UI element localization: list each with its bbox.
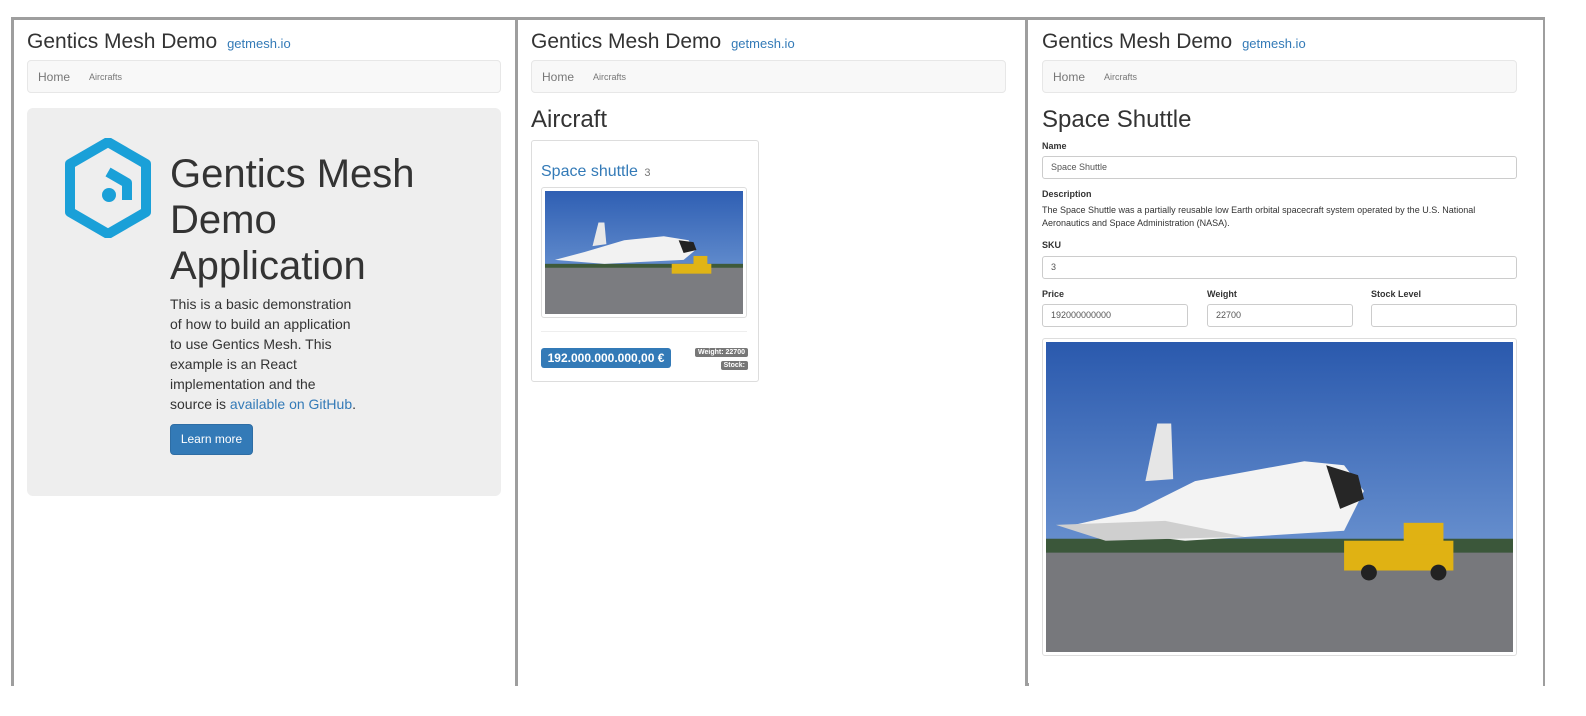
product-heading: Space Shuttle <box>1042 106 1192 133</box>
weight-field[interactable]: 22700 <box>1207 304 1353 327</box>
jumbotron-heading: Gentics Mesh Demo Application <box>170 152 415 288</box>
price-label: Price <box>1042 289 1065 299</box>
sku-field[interactable]: 3 <box>1042 256 1517 279</box>
price-label: 192.000.000.000,00 € <box>541 348 671 368</box>
product-sku: 3 <box>644 167 651 179</box>
lead-end: . <box>352 396 356 412</box>
lead-text: This is a basic demonstration of how to … <box>170 296 352 412</box>
site-title-text: Gentics Mesh Demo <box>27 30 218 53</box>
card-divider <box>541 331 747 332</box>
nav-aircrafts-link[interactable]: Aircrafts <box>1104 72 1137 82</box>
nav-home-link[interactable]: Home <box>542 70 574 84</box>
nav-home-link[interactable]: Home <box>38 70 70 84</box>
name-field[interactable]: Space Shuttle <box>1042 156 1517 179</box>
learn-more-button[interactable]: Learn more <box>170 424 253 455</box>
sku-label: SKU <box>1042 240 1062 250</box>
product-title[interactable]: Space shuttle 3 <box>541 163 651 181</box>
navbar: Home Aircrafts <box>27 60 501 93</box>
jumbotron: Gentics Mesh Demo Application This is a … <box>27 108 501 496</box>
stock-level-label: Stock Level <box>1371 289 1422 299</box>
nav-aircrafts-link[interactable]: Aircrafts <box>593 72 626 82</box>
product-thumbnail[interactable] <box>541 187 747 318</box>
site-title: Gentics Mesh Demo getmesh.io <box>27 30 291 54</box>
nav-aircrafts-link[interactable]: Aircrafts <box>89 72 122 82</box>
github-link[interactable]: available on GitHub <box>230 396 352 412</box>
site-title: Gentics Mesh Demo getmesh.io <box>531 30 795 54</box>
name-label: Name <box>1042 141 1067 151</box>
category-panel: Gentics Mesh Demo getmesh.io Home Aircra… <box>518 20 1025 686</box>
price-field[interactable]: 192000000000 <box>1042 304 1188 327</box>
navbar: Home Aircrafts <box>1042 60 1517 93</box>
gentics-mesh-logo-icon <box>65 138 151 238</box>
product-image <box>1042 338 1517 656</box>
home-panel: Gentics Mesh Demo getmesh.io Home Aircra… <box>14 20 515 686</box>
detail-panel: Gentics Mesh Demo getmesh.io Home Aircra… <box>1029 20 1543 686</box>
space-shuttle-photo <box>1046 342 1513 652</box>
category-heading: Aircraft <box>531 106 608 133</box>
jumbotron-lead: This is a basic demonstration of how to … <box>170 294 360 414</box>
stock-badge: Stock: <box>720 361 748 370</box>
product-name[interactable]: Space shuttle <box>541 163 638 180</box>
site-title: Gentics Mesh Demo getmesh.io <box>1042 30 1306 54</box>
navbar: Home Aircrafts <box>531 60 1006 93</box>
site-title-text: Gentics Mesh Demo <box>531 30 722 53</box>
weight-badge: Weight: 22700 <box>695 348 748 357</box>
stock-level-field[interactable] <box>1371 304 1517 327</box>
description-text: The Space Shuttle was a partially reusab… <box>1042 205 1476 228</box>
panel-divider <box>1025 17 1028 686</box>
space-shuttle-photo <box>545 191 743 314</box>
description-label: Description <box>1042 189 1092 199</box>
getmesh-link[interactable]: getmesh.io <box>1242 36 1306 51</box>
getmesh-link[interactable]: getmesh.io <box>227 36 291 51</box>
nav-home-link[interactable]: Home <box>1053 70 1085 84</box>
getmesh-link[interactable]: getmesh.io <box>731 36 795 51</box>
site-title-text: Gentics Mesh Demo <box>1042 30 1233 53</box>
weight-label: Weight <box>1207 289 1237 299</box>
product-card[interactable]: Space shuttle 3 192.000.000.000,00 € Wei… <box>531 140 759 382</box>
